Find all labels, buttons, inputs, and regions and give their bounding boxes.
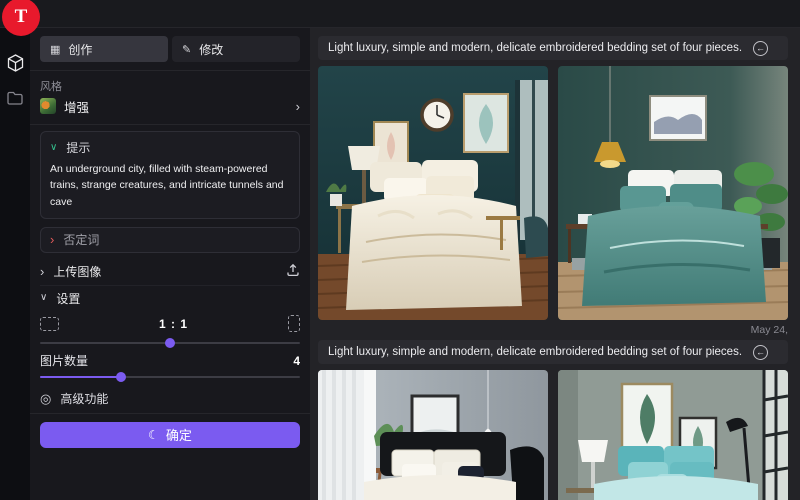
eye-icon: ◎ (40, 391, 51, 407)
divider (30, 70, 310, 71)
chevron-right-icon: › (40, 265, 44, 278)
cube-icon[interactable] (7, 54, 24, 72)
tab-modify-label: 修改 (199, 41, 223, 58)
prompt-label: 提示 (66, 139, 90, 156)
image-grid-row (318, 66, 788, 320)
generated-image-3[interactable] (318, 370, 548, 500)
style-thumbnail (40, 98, 56, 114)
chevron-down-icon: ∨ (50, 143, 57, 153)
image-grid-row (318, 370, 788, 500)
divider (30, 124, 310, 125)
style-section-label: 风格 (40, 78, 300, 94)
back-arrow-icon[interactable]: ← (753, 345, 768, 360)
back-arrow-icon[interactable]: ← (753, 41, 768, 56)
advanced-label: 高级功能 (60, 390, 108, 407)
aspect-ratio-slider[interactable] (40, 337, 300, 349)
mode-tabs: ▦ 创作 ✎ 修改 (40, 36, 300, 62)
slider-thumb[interactable] (116, 372, 126, 382)
tab-modify[interactable]: ✎ 修改 (172, 36, 300, 62)
settings-row[interactable]: ∨ 设置 (40, 286, 300, 311)
chevron-down-icon: ∨ (40, 293, 47, 303)
negative-prompt-box[interactable]: › 否定词 (40, 227, 300, 253)
results-area: Light luxury, simple and modern, delicat… (310, 28, 800, 500)
confirm-label: 确定 (166, 425, 192, 444)
top-bar (0, 0, 800, 28)
tab-create[interactable]: ▦ 创作 (40, 36, 168, 62)
chevron-right-icon: › (296, 100, 300, 113)
upload-image-row[interactable]: › 上传图像 (40, 258, 300, 286)
generated-image-1[interactable] (318, 66, 548, 320)
moon-icon: ☾ (148, 428, 159, 442)
aspect-ratio-row: 1 : 1 (40, 311, 300, 337)
generation-prompt-bar[interactable]: Light luxury, simple and modern, delicat… (318, 340, 788, 364)
edit-icon: ✎ (182, 43, 191, 56)
landscape-ratio-icon[interactable] (40, 317, 59, 331)
chevron-right-icon: › (50, 233, 54, 246)
generation-date: May 24, (318, 321, 788, 339)
negative-label: 否定词 (63, 231, 99, 248)
confirm-button[interactable]: ☾ 确定 (40, 422, 300, 448)
style-value: 增强 (64, 97, 288, 116)
portrait-ratio-icon[interactable] (288, 315, 300, 332)
image-count-row: 图片数量 4 (40, 351, 300, 371)
grid-icon: ▦ (50, 43, 60, 56)
generation-prompt-text: Light luxury, simple and modern, delicat… (328, 346, 742, 358)
slider-thumb[interactable] (165, 338, 175, 348)
generation-prompt-text: Light luxury, simple and modern, delicat… (328, 42, 742, 54)
generation-prompt-bar[interactable]: Light luxury, simple and modern, delicat… (318, 36, 788, 60)
upload-label: 上传图像 (53, 263, 277, 280)
nav-rail (0, 28, 30, 500)
prompt-text[interactable]: An underground city, filled with steam-p… (50, 161, 290, 210)
settings-label: 设置 (56, 290, 80, 307)
generated-image-2[interactable] (558, 66, 788, 320)
image-count-label: 图片数量 (40, 352, 88, 369)
prompt-box[interactable]: ∨ 提示 An underground city, filled with st… (40, 131, 300, 219)
control-panel: ▦ 创作 ✎ 修改 风格 增强 › ∨ 提示 An underground ci… (30, 28, 310, 500)
image-count-slider[interactable] (40, 371, 300, 383)
upload-icon[interactable] (286, 263, 300, 280)
aspect-ratio-value: 1 : 1 (159, 317, 188, 331)
image-count-value: 4 (293, 354, 300, 368)
folder-icon[interactable] (7, 91, 23, 105)
app-root: T ▦ 创作 ✎ 修改 风格 增 (0, 0, 800, 500)
divider (30, 413, 310, 414)
slider-fill (40, 376, 121, 378)
prompt-header[interactable]: ∨ 提示 (50, 139, 290, 156)
style-selector[interactable]: 增强 › (40, 94, 300, 118)
generated-image-4[interactable] (558, 370, 788, 500)
advanced-features-row[interactable]: ◎ 高级功能 (40, 385, 300, 413)
tab-create-label: 创作 (68, 41, 92, 58)
